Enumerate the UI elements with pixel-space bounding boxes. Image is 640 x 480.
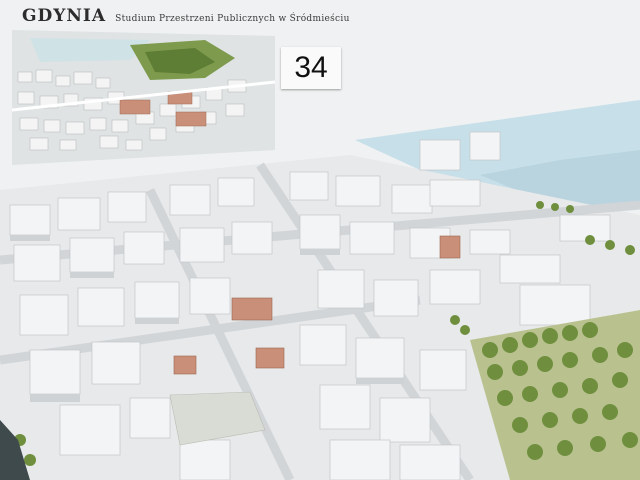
poster-title: GDYNIA — [22, 6, 107, 26]
sheet-number-label: 34 — [281, 47, 341, 89]
poster-photo: GDYNIA Studium Przestrzeni Publicznych w… — [0, 0, 640, 480]
inset-aerial-view — [11, 30, 276, 165]
poster-title-block: GDYNIA Studium Przestrzeni Publicznych w… — [22, 6, 350, 26]
poster-subtitle: Studium Przestrzeni Publicznych w Śródmi… — [115, 14, 350, 24]
